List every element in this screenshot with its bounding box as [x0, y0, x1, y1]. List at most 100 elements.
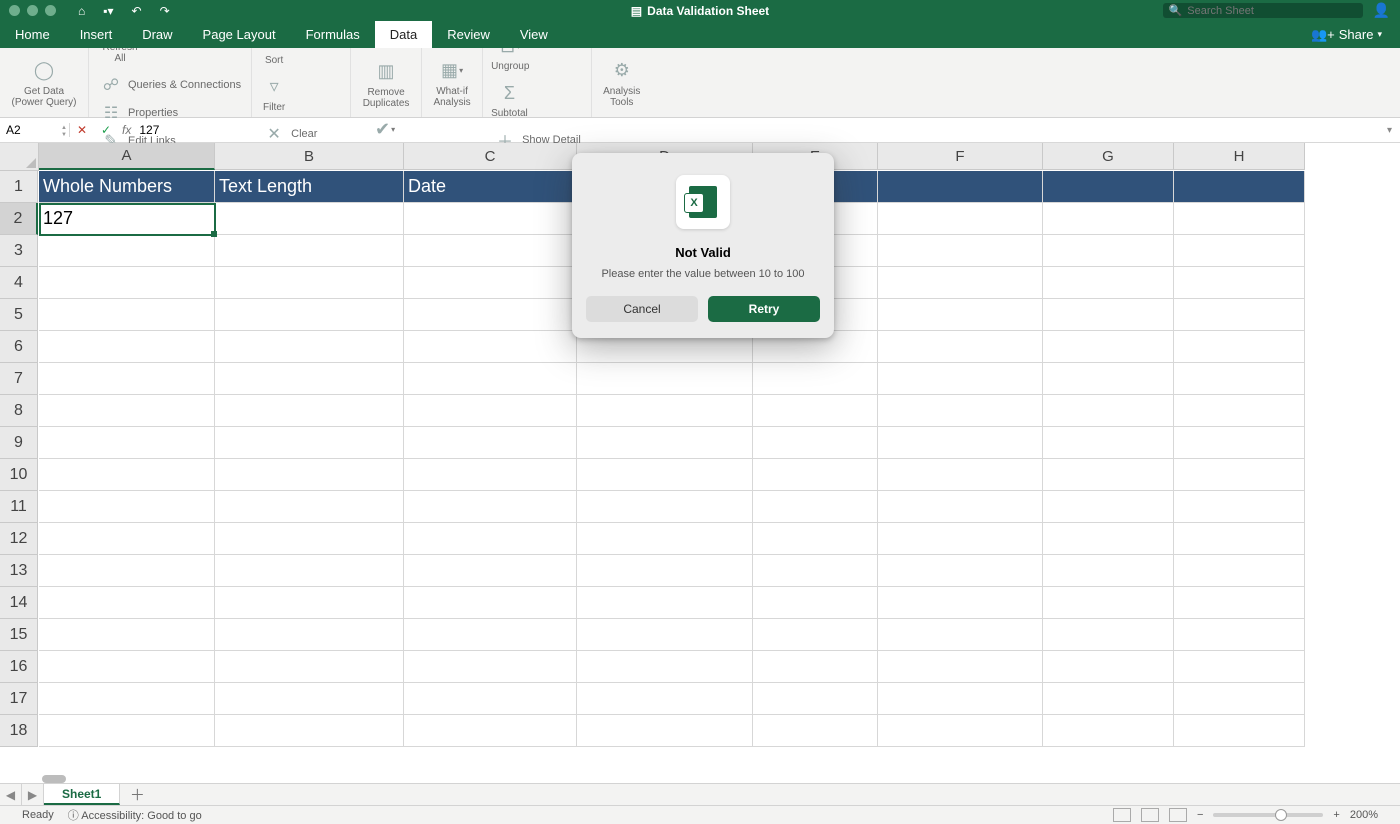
- cell-E8[interactable]: [753, 395, 878, 427]
- window-close-button[interactable]: [9, 5, 20, 16]
- cell-D16[interactable]: [577, 651, 753, 683]
- cell-B9[interactable]: [215, 427, 404, 459]
- cell-B3[interactable]: [215, 235, 404, 267]
- cell-D9[interactable]: [577, 427, 753, 459]
- column-header-B[interactable]: B: [215, 143, 404, 170]
- get-data-button[interactable]: ◯ Get Data (Power Query): [8, 58, 80, 108]
- cell-A7[interactable]: [39, 363, 215, 395]
- row-header-9[interactable]: 9: [0, 427, 38, 459]
- row-header-6[interactable]: 6: [0, 331, 38, 363]
- sheet-nav-next[interactable]: ▶: [22, 784, 44, 805]
- cell-C13[interactable]: [404, 555, 577, 587]
- cell-F5[interactable]: [878, 299, 1043, 331]
- cell-B16[interactable]: [215, 651, 404, 683]
- cell-C17[interactable]: [404, 683, 577, 715]
- cell-C2[interactable]: [404, 203, 577, 235]
- cell-A13[interactable]: [39, 555, 215, 587]
- menu-tab-review[interactable]: Review: [432, 21, 505, 48]
- page-layout-view-button[interactable]: [1141, 808, 1159, 822]
- cell-E15[interactable]: [753, 619, 878, 651]
- cell-A5[interactable]: [39, 299, 215, 331]
- cell-G3[interactable]: [1043, 235, 1174, 267]
- cell-F2[interactable]: [878, 203, 1043, 235]
- row-header-16[interactable]: 16: [0, 651, 38, 683]
- cell-H3[interactable]: [1174, 235, 1305, 267]
- cell-G4[interactable]: [1043, 267, 1174, 299]
- cell-E9[interactable]: [753, 427, 878, 459]
- column-header-H[interactable]: H: [1174, 143, 1305, 170]
- cell-D11[interactable]: [577, 491, 753, 523]
- cell-C9[interactable]: [404, 427, 577, 459]
- search-input[interactable]: [1187, 5, 1356, 17]
- row-header-13[interactable]: 13: [0, 555, 38, 587]
- cell-B5[interactable]: [215, 299, 404, 331]
- cell-G13[interactable]: [1043, 555, 1174, 587]
- cell-F9[interactable]: [878, 427, 1043, 459]
- cell-H13[interactable]: [1174, 555, 1305, 587]
- cell-G1[interactable]: [1043, 171, 1174, 203]
- analysis-tools-button[interactable]: ⚙Analysis Tools: [600, 58, 644, 108]
- cell-G17[interactable]: [1043, 683, 1174, 715]
- cell-C6[interactable]: [404, 331, 577, 363]
- cell-H17[interactable]: [1174, 683, 1305, 715]
- redo-icon[interactable]: ↷: [160, 4, 170, 18]
- cell-E13[interactable]: [753, 555, 878, 587]
- search-sheet-box[interactable]: 🔍: [1163, 3, 1363, 18]
- cell-C18[interactable]: [404, 715, 577, 747]
- cell-F6[interactable]: [878, 331, 1043, 363]
- cell-G16[interactable]: [1043, 651, 1174, 683]
- cell-C10[interactable]: [404, 459, 577, 491]
- cell-F18[interactable]: [878, 715, 1043, 747]
- cell-G12[interactable]: [1043, 523, 1174, 555]
- cell-A15[interactable]: [39, 619, 215, 651]
- add-sheet-button[interactable]: ＋: [120, 784, 154, 805]
- cell-B14[interactable]: [215, 587, 404, 619]
- page-break-view-button[interactable]: [1169, 808, 1187, 822]
- cell-G11[interactable]: [1043, 491, 1174, 523]
- cell-C14[interactable]: [404, 587, 577, 619]
- menu-tab-insert[interactable]: Insert: [65, 21, 128, 48]
- cell-F3[interactable]: [878, 235, 1043, 267]
- cell-F10[interactable]: [878, 459, 1043, 491]
- cell-B17[interactable]: [215, 683, 404, 715]
- formula-cancel-button[interactable]: ✕: [70, 123, 94, 137]
- menu-tab-draw[interactable]: Draw: [127, 21, 187, 48]
- cell-D10[interactable]: [577, 459, 753, 491]
- cell-G6[interactable]: [1043, 331, 1174, 363]
- zoom-in-button[interactable]: +: [1333, 809, 1339, 821]
- subtotal-button[interactable]: ΣSubtotal: [491, 80, 528, 119]
- cell-B13[interactable]: [215, 555, 404, 587]
- menu-tab-data[interactable]: Data: [375, 21, 432, 48]
- home-icon[interactable]: ⌂: [78, 4, 85, 18]
- column-header-A[interactable]: A: [39, 143, 215, 170]
- row-header-14[interactable]: 14: [0, 587, 38, 619]
- cell-D15[interactable]: [577, 619, 753, 651]
- cell-G5[interactable]: [1043, 299, 1174, 331]
- fx-icon[interactable]: fx: [118, 123, 135, 137]
- select-all-button[interactable]: [0, 143, 39, 171]
- cell-F11[interactable]: [878, 491, 1043, 523]
- cell-A1[interactable]: Whole Numbers: [39, 171, 215, 203]
- menu-tab-home[interactable]: Home: [0, 21, 65, 48]
- cell-G2[interactable]: [1043, 203, 1174, 235]
- cell-B18[interactable]: [215, 715, 404, 747]
- cell-B4[interactable]: [215, 267, 404, 299]
- cell-B8[interactable]: [215, 395, 404, 427]
- cell-A14[interactable]: [39, 587, 215, 619]
- row-header-2[interactable]: 2: [0, 203, 38, 235]
- cell-F12[interactable]: [878, 523, 1043, 555]
- cell-C4[interactable]: [404, 267, 577, 299]
- cell-C11[interactable]: [404, 491, 577, 523]
- cell-A4[interactable]: [39, 267, 215, 299]
- cell-B11[interactable]: [215, 491, 404, 523]
- cell-A9[interactable]: [39, 427, 215, 459]
- cell-D17[interactable]: [577, 683, 753, 715]
- cell-A8[interactable]: [39, 395, 215, 427]
- column-header-C[interactable]: C: [404, 143, 577, 170]
- cell-D14[interactable]: [577, 587, 753, 619]
- dialog-cancel-button[interactable]: Cancel: [586, 296, 698, 322]
- cell-F13[interactable]: [878, 555, 1043, 587]
- cell-E17[interactable]: [753, 683, 878, 715]
- cell-G9[interactable]: [1043, 427, 1174, 459]
- cell-G7[interactable]: [1043, 363, 1174, 395]
